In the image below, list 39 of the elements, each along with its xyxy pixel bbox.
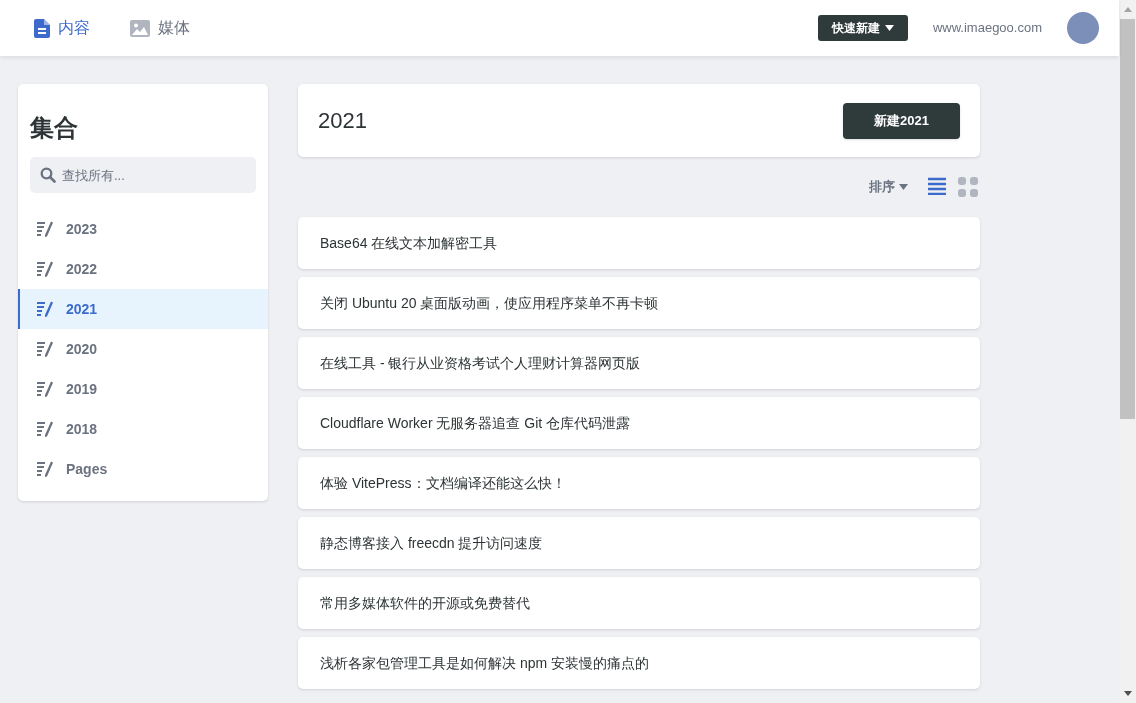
- image-icon: [130, 19, 150, 37]
- post-item[interactable]: 体验 VitePress：文档编译还能这么快！: [298, 457, 980, 509]
- list-pen-icon: [36, 220, 54, 238]
- list-pen-icon: [36, 340, 54, 358]
- post-item[interactable]: Base64 在线文本加解密工具: [298, 217, 980, 269]
- page-title: 2021: [318, 107, 367, 135]
- post-item[interactable]: 关闭 Ubuntu 20 桌面版动画，使应用程序菜单不再卡顿: [298, 277, 980, 329]
- site-link[interactable]: www.imaegoo.com: [932, 18, 1042, 38]
- collection-item[interactable]: 2018: [18, 409, 268, 449]
- post-item[interactable]: Cloudflare Worker 无服务器追查 Git 仓库代码泄露: [298, 397, 980, 449]
- sort-button[interactable]: 排序: [869, 177, 908, 197]
- quick-new-button[interactable]: 快速新建: [817, 15, 908, 41]
- collection-item[interactable]: 2022: [18, 249, 268, 289]
- list-pen-icon: [36, 420, 54, 438]
- collection-item[interactable]: 2023: [18, 209, 268, 249]
- search-icon: [40, 167, 56, 183]
- list-view-icon[interactable]: [928, 177, 946, 195]
- grid-view-icon[interactable]: [958, 177, 978, 197]
- new-button[interactable]: 新建2021: [843, 102, 960, 139]
- caret-icon: [884, 25, 894, 31]
- document-icon: [34, 18, 50, 38]
- post-item[interactable]: 常用多媒体软件的开源或免费替代: [298, 577, 980, 629]
- nav-tab[interactable]: 内容: [34, 16, 90, 40]
- collection-item[interactable]: 2019: [18, 369, 268, 409]
- list-pen-icon: [36, 260, 54, 278]
- avatar[interactable]: [1067, 12, 1099, 44]
- caret-icon: [899, 184, 908, 190]
- list-pen-icon: [36, 300, 54, 318]
- list-pen-icon: [36, 380, 54, 398]
- post-item[interactable]: 浅析各家包管理工具是如何解决 npm 安装慢的痛点的: [298, 637, 980, 689]
- sidebar-title: 集合: [29, 113, 79, 143]
- post-item[interactable]: 在线工具 - 银行从业资格考试个人理财计算器网页版: [298, 337, 980, 389]
- search-field[interactable]: 查找所有...: [30, 157, 256, 193]
- collection-item[interactable]: Pages: [18, 449, 268, 489]
- nav-tab[interactable]: 媒体: [130, 16, 190, 40]
- collection-item[interactable]: 2020: [18, 329, 268, 369]
- list-pen-icon: [36, 460, 54, 478]
- post-item[interactable]: 静态博客接入 freecdn 提升访问速度: [298, 517, 980, 569]
- collection-item[interactable]: 2021: [18, 289, 268, 329]
